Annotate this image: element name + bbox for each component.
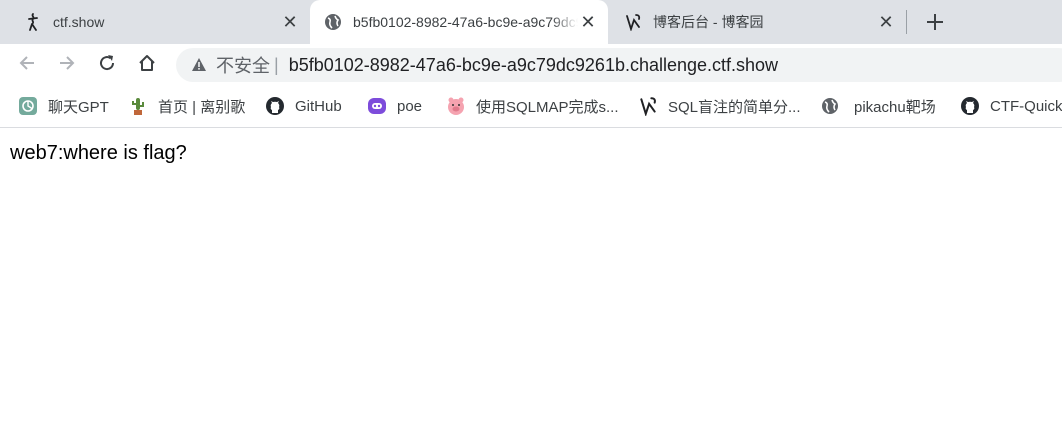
forward-button[interactable] (54, 52, 80, 78)
page-content: web7:where is flag? (0, 128, 1062, 439)
bookmark-label: GitHub (295, 97, 342, 115)
bookmark-github[interactable]: GitHub (265, 95, 342, 117)
insecure-label[interactable]: 不安全 (216, 52, 270, 78)
poe-robot-icon (367, 96, 387, 116)
ctfshow-logo-icon (24, 13, 42, 31)
bookmark-libiege[interactable]: 首页 | 离别歌 (128, 95, 245, 117)
bookmark-sql-blind[interactable]: SQL盲注的简单分... (638, 95, 801, 117)
home-button[interactable] (134, 52, 160, 78)
page-message: web7:where is flag? (10, 142, 187, 164)
bookmark-label: poe (397, 97, 423, 115)
bookmark-label: SQL盲注的简单分... (668, 98, 801, 116)
new-tab-button[interactable] (922, 10, 948, 34)
close-tab-icon[interactable]: ✕ (280, 12, 300, 32)
home-icon (137, 53, 157, 78)
cnblogs-logo-icon (638, 96, 658, 116)
bookmark-chatgpt[interactable]: 聊天GPT (18, 95, 109, 117)
arrow-right-icon (57, 53, 77, 78)
tab-separator (906, 10, 907, 34)
bookmark-label: CTF-Quick (990, 97, 1062, 115)
openai-icon (18, 96, 38, 116)
tab-strip: ctf.show ✕ b5fb0102-8982-47a6-bc9e-a9c79… (0, 0, 1062, 44)
tab-title: b5fb0102-8982-47a6-bc9e-a9c79dc9261b.cha… (353, 14, 578, 30)
bookmark-label: pikachu靶场 (854, 98, 936, 116)
cactus-icon (128, 96, 148, 116)
globe-icon (324, 13, 342, 31)
arrow-left-icon (17, 53, 37, 78)
warning-triangle-icon[interactable] (190, 56, 208, 74)
pig-icon (446, 96, 466, 116)
bookmark-ctf-quick[interactable]: CTF-Quick (960, 95, 1062, 117)
tab-cnblogs[interactable]: 博客后台 - 博客园 ✕ (608, 0, 906, 44)
bookmarks-bar: 聊天GPT 首页 | 离别歌 GitHub poe 使用SQLMAP完成s...… (0, 86, 1062, 128)
omnibox-separator: | (274, 54, 279, 75)
tab-title: ctf.show (53, 14, 105, 30)
reload-icon (97, 53, 117, 78)
close-tab-icon[interactable]: ✕ (876, 12, 896, 32)
bookmark-sqlmap[interactable]: 使用SQLMAP完成s... (446, 95, 619, 117)
github-icon (960, 96, 980, 116)
github-icon (265, 96, 285, 116)
tab-ctfshow[interactable]: ctf.show ✕ (0, 0, 310, 44)
url-text[interactable]: b5fb0102-8982-47a6-bc9e-a9c79dc9261b.cha… (289, 55, 778, 76)
close-tab-icon[interactable]: ✕ (578, 12, 598, 32)
tab-title: 博客后台 - 博客园 (653, 14, 764, 30)
bookmark-label: 首页 | 离别歌 (158, 98, 246, 116)
bookmark-label: 使用SQLMAP完成s... (476, 98, 619, 116)
cnblogs-logo-icon (624, 13, 642, 31)
reload-button[interactable] (94, 52, 120, 78)
bookmark-label: 聊天GPT (48, 98, 109, 116)
back-button[interactable] (14, 52, 40, 78)
bookmark-pikachu[interactable]: pikachu靶场 (820, 95, 936, 117)
address-bar[interactable]: 不安全 | b5fb0102-8982-47a6-bc9e-a9c79dc926… (176, 48, 1062, 82)
bookmark-poe[interactable]: poe (367, 95, 422, 117)
globe-icon (820, 96, 840, 116)
tab-challenge[interactable]: b5fb0102-8982-47a6-bc9e-a9c79dc9261b.cha… (310, 0, 608, 44)
browser-toolbar: 不安全 | b5fb0102-8982-47a6-bc9e-a9c79dc926… (0, 44, 1062, 86)
